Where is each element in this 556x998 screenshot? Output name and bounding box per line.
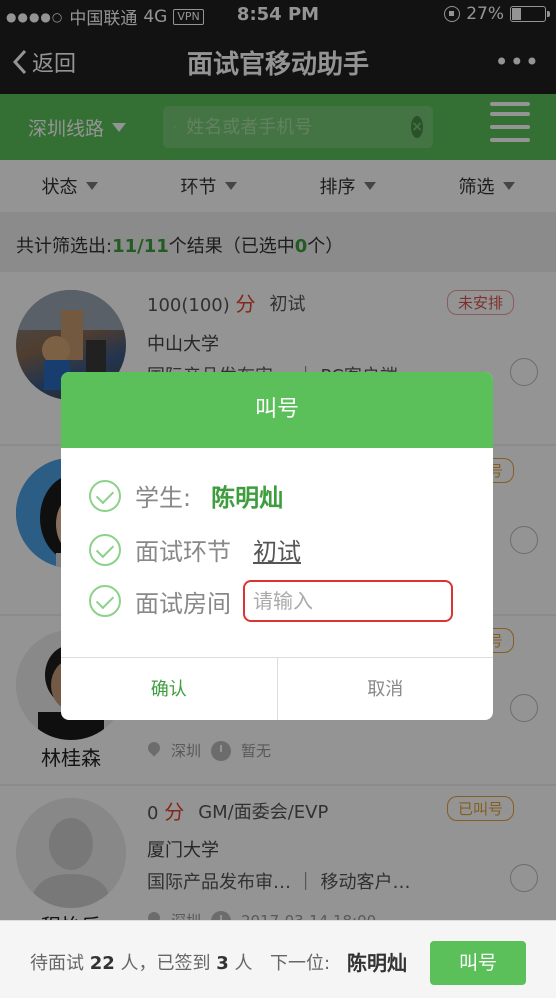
signed-count: 3: [216, 953, 229, 974]
people-unit: 人，已签到: [120, 953, 211, 974]
waiting-label: 待面试: [30, 953, 84, 974]
call-dialog: 叫号 学生: 陈明灿 面试环节 初试 面试房间 确认 取消: [61, 372, 493, 720]
waiting-count: 22: [89, 953, 115, 974]
cancel-button[interactable]: 取消: [278, 658, 494, 720]
stage-row: 面试环节 初试: [89, 532, 301, 567]
student-value: 陈明灿: [211, 484, 284, 512]
next-candidate-name: 陈明灿: [347, 951, 407, 975]
check-circle-icon: [89, 585, 121, 617]
people-unit: 人: [234, 953, 253, 974]
call-next-button[interactable]: 叫号: [430, 941, 526, 985]
footer-bar: 待面试 22 人，已签到 3 人 下一位: 陈明灿 叫号: [0, 920, 556, 998]
next-label: 下一位:: [270, 953, 331, 974]
check-circle-icon: [89, 479, 121, 512]
student-row: 学生: 陈明灿: [89, 478, 283, 513]
room-label: 面试房间: [135, 589, 231, 618]
dialog-title: 叫号: [61, 372, 493, 448]
stage-value-link[interactable]: 初试: [253, 532, 301, 567]
stage-label: 面试环节: [135, 538, 231, 566]
room-row: 面试房间: [89, 580, 453, 622]
check-circle-icon: [89, 533, 121, 566]
queue-info: 待面试 22 人，已签到 3 人: [30, 949, 253, 975]
confirm-button[interactable]: 确认: [61, 658, 278, 720]
room-input[interactable]: [243, 580, 453, 622]
dialog-actions: 确认 取消: [61, 657, 493, 720]
student-label: 学生:: [135, 484, 192, 512]
